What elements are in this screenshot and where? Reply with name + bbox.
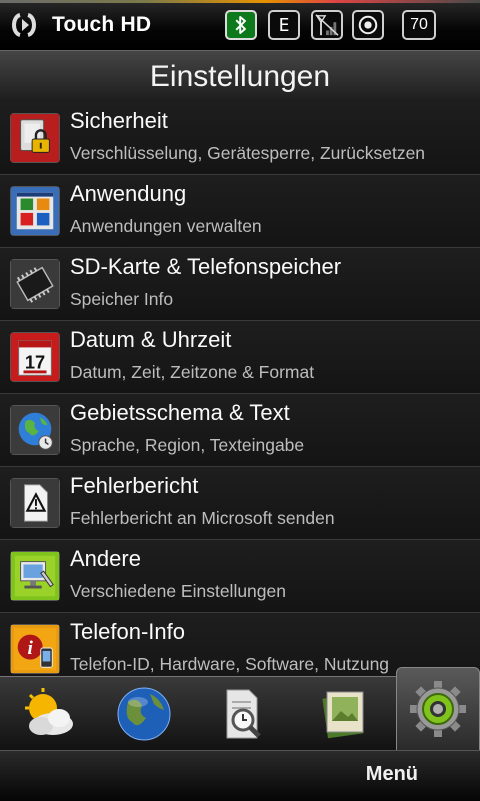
settings-item-applications[interactable]: Anwendung Anwendungen verwalten [0, 175, 480, 248]
item-title: Gebietsschema & Text [70, 400, 290, 425]
settings-item-other[interactable]: Andere Verschiedene Einstellungen [0, 540, 480, 613]
menu-button[interactable]: Menü [366, 763, 418, 786]
tab-internet[interactable] [101, 677, 187, 751]
svg-text:i: i [28, 638, 34, 659]
settings-item-sd-card[interactable]: SD-Karte & Telefonspeicher Speicher Info [0, 248, 480, 321]
start-icon[interactable] [7, 13, 41, 37]
item-title: Sicherheit [70, 108, 168, 133]
item-subtitle: Verschiedene Einstellungen [70, 581, 286, 601]
item-title: Anwendung [70, 181, 187, 206]
tab-photos[interactable] [300, 677, 386, 751]
info-icon: i [10, 624, 60, 674]
weather-icon [25, 688, 73, 735]
item-subtitle: Anwendungen verwalten [70, 216, 262, 236]
memory-chip-icon [10, 259, 60, 309]
volume-icon[interactable] [352, 10, 384, 40]
item-title: Telefon-Info [70, 619, 185, 644]
item-subtitle: Speicher Info [70, 289, 174, 309]
settings-item-security[interactable]: Sicherheit Verschlüsselung, Gerätesperre… [0, 102, 480, 175]
lock-icon [10, 113, 60, 163]
item-title: Fehlerbericht [70, 473, 199, 498]
settings-item-locale[interactable]: Gebietsschema & Text Sprache, Region, Te… [0, 394, 480, 467]
settings-list[interactable]: Sicherheit Verschlüsselung, Gerätesperre… [0, 102, 480, 686]
item-title: SD-Karte & Telefonspeicher [70, 254, 342, 279]
signal-icon[interactable] [311, 10, 343, 40]
item-subtitle: Verschlüsselung, Gerätesperre, Zurückset… [70, 143, 426, 163]
item-subtitle: Sprache, Region, Texteingabe [70, 435, 305, 455]
tab-weather[interactable] [6, 677, 92, 751]
item-title: Andere [70, 546, 141, 571]
tab-bar [0, 667, 480, 751]
item-subtitle: Datum, Zeit, Zeitzone & Format [70, 362, 315, 382]
tab-documents[interactable] [198, 677, 284, 751]
item-subtitle: Fehlerbericht an Microsoft senden [70, 508, 335, 528]
calendar-day: 17 [25, 352, 45, 373]
item-title: Datum & Uhrzeit [70, 327, 232, 352]
globe-icon [10, 405, 60, 455]
globe-icon [117, 687, 171, 741]
page-title: Einstellungen [149, 60, 331, 93]
settings-item-date-time[interactable]: 17 Datum & Uhrzeit Datum, Zeit, Zeitzone… [0, 321, 480, 394]
device-name[interactable]: Touch HD [52, 13, 151, 37]
status-accent-line [0, 0, 480, 3]
settings-item-error-report[interactable]: Fehlerbericht Fehlerbericht an Microsoft… [0, 467, 480, 540]
status-bar: Touch HD E 70 [0, 0, 480, 50]
tools-icon [10, 551, 60, 601]
softkey-bar: Menü [0, 750, 480, 801]
edge-icon[interactable]: E [268, 10, 300, 40]
bluetooth-icon[interactable] [225, 10, 257, 40]
title-bar: Einstellungen [0, 50, 480, 104]
tab-settings[interactable] [396, 667, 480, 751]
photo-album-icon [322, 691, 364, 739]
gear-icon [410, 681, 466, 737]
apps-icon [10, 186, 60, 236]
warning-icon [10, 478, 60, 528]
item-subtitle: Telefon-ID, Hardware, Software, Nutzung [70, 654, 390, 674]
calendar-icon: 17 [10, 332, 60, 382]
battery-icon[interactable]: 70 [402, 10, 436, 40]
document-search-icon [226, 689, 261, 739]
